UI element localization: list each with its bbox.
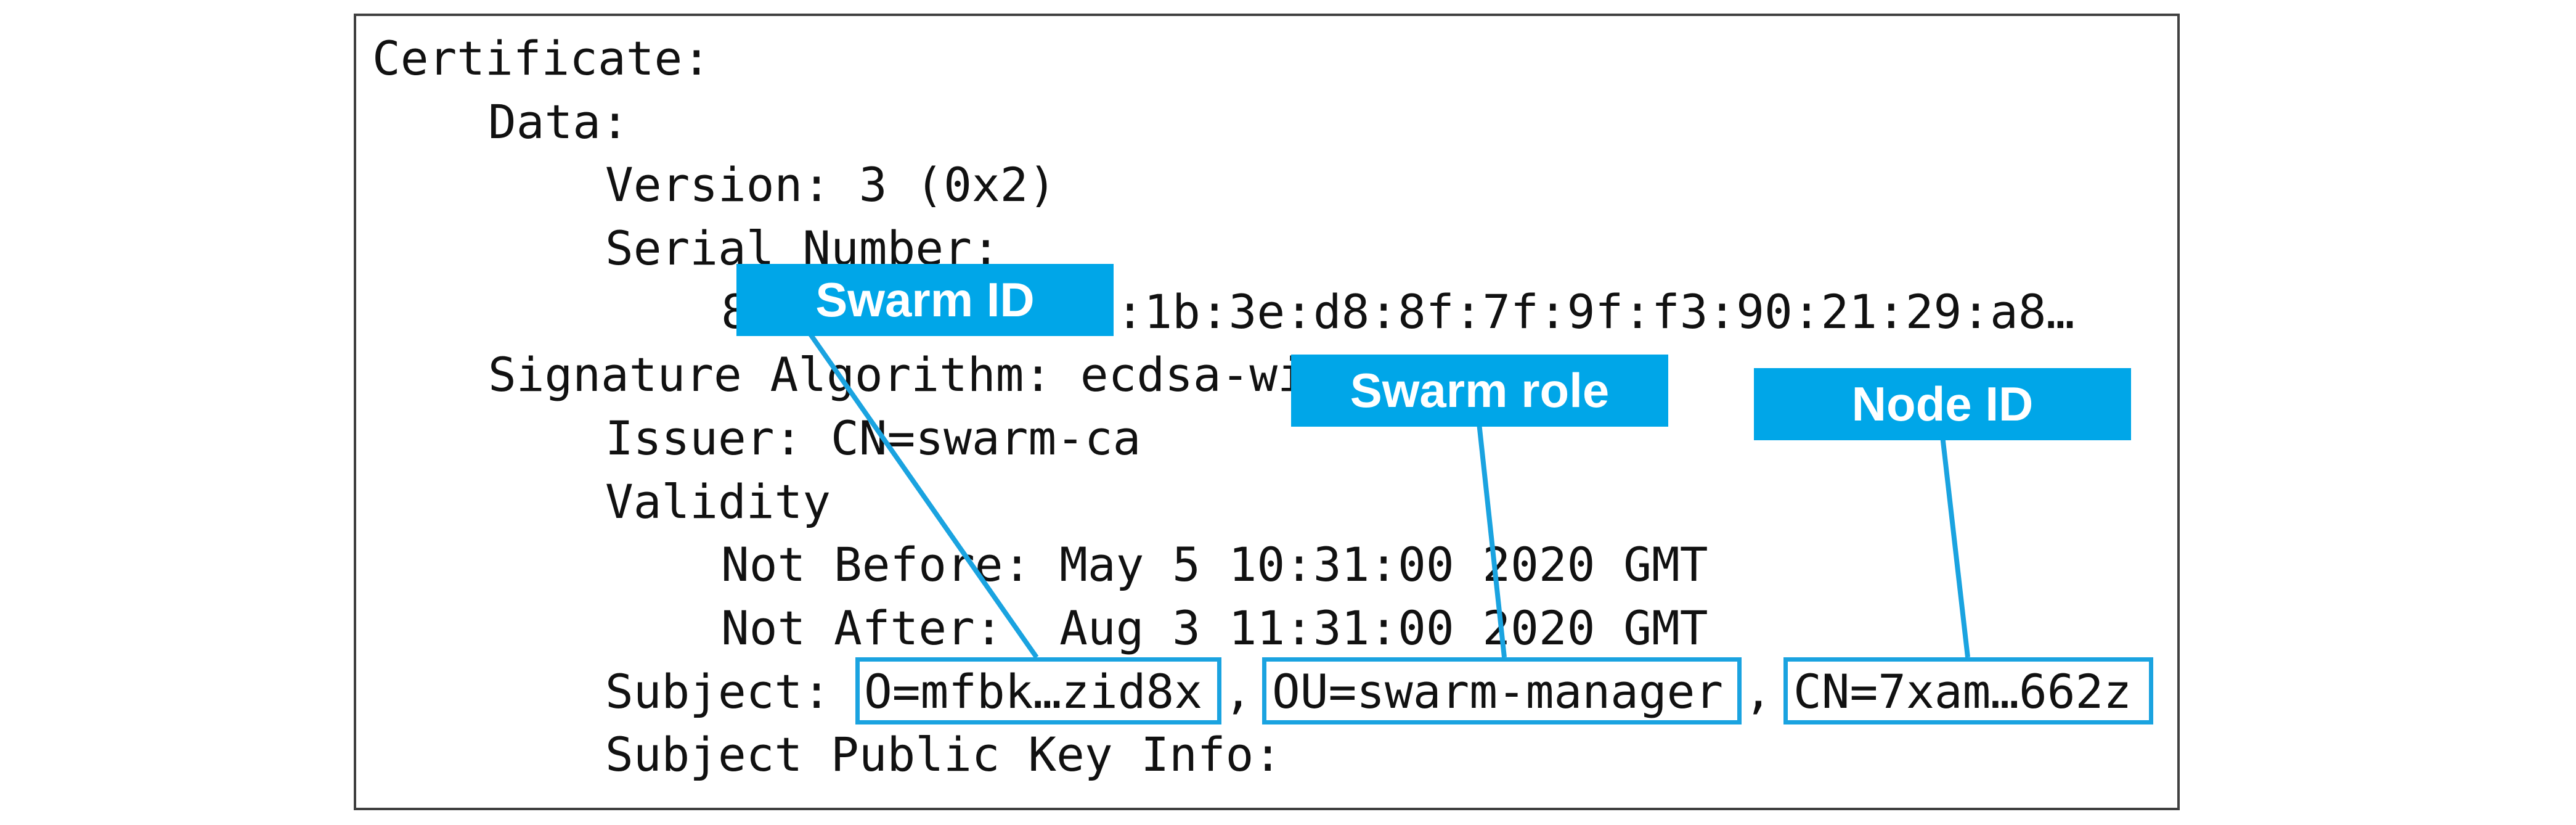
highlight-swarm-role [1262,657,1742,724]
subject-separator-2: , [1744,664,1772,719]
cert-line-subject-label: Subject: [605,664,831,719]
callout-swarm-id: Swarm ID [736,264,1114,336]
cert-line-version: Version: 3 (0x2) [605,157,1057,212]
cert-line-not-before: Not Before: May 5 10:31:00 2020 GMT [721,537,1708,592]
cert-line-subject-public-key-info: Subject Public Key Info: [605,727,1282,782]
cert-line-issuer: Issuer: CN=swarm-ca [605,411,1141,466]
callout-node-id: Node ID [1754,368,2131,440]
callout-swarm-role: Swarm role [1291,355,1668,427]
cert-line-not-after: Not After: Aug 3 11:31:00 2020 GMT [721,601,1708,655]
cert-line-data: Data: [488,94,629,149]
cert-line-certificate: Certificate: [372,31,711,86]
subject-separator-1: , [1224,664,1252,719]
cert-line-validity: Validity [605,474,831,529]
highlight-node-id [1783,657,2153,724]
highlight-swarm-id [855,657,1221,724]
